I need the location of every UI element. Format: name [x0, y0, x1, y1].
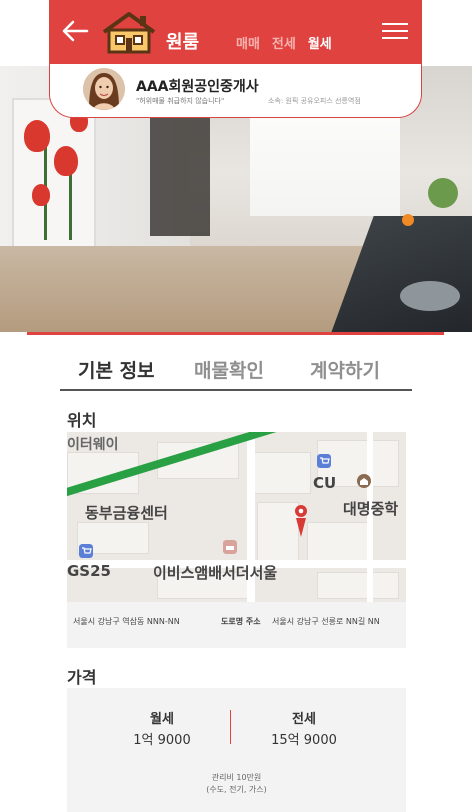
- tab-sale[interactable]: 매매: [236, 33, 260, 52]
- agent-quote: "허위매물 취급하지 않습니다": [136, 97, 225, 105]
- cart-icon: [317, 454, 331, 468]
- road-address-label: 도로명 주소: [221, 617, 261, 626]
- map-label-cu: CU: [313, 474, 337, 492]
- map-label-finance-center: 동부금융센터: [85, 504, 168, 522]
- maintenance-fee-items: (수도, 전기, 가스): [206, 785, 267, 794]
- tab-basic-info[interactable]: 기본 정보: [78, 356, 155, 383]
- map-label-subway: 이터웨이: [67, 437, 119, 453]
- map-label-ibis-hotel: 이비스앰배서더서울: [153, 564, 278, 582]
- photo-counter: [330, 216, 472, 332]
- monthly-rent-value: 1억 9000: [133, 733, 191, 748]
- location-title: 위치: [67, 411, 97, 430]
- agent-portrait-icon: [83, 68, 125, 110]
- header: 원룸 매매 전세 월세 AAA회원공인중개사 "허위매물 취급하지 않습니다" …: [49, 0, 422, 118]
- back-arrow-icon[interactable]: [60, 16, 90, 46]
- hamburger-menu-icon[interactable]: [382, 23, 408, 41]
- tab-monthly-rent[interactable]: 월세: [308, 33, 332, 52]
- photo-sink: [400, 281, 460, 311]
- section-tabs-underline: [60, 389, 412, 391]
- maintenance-fee-amount: 관리비 10만원: [211, 773, 262, 782]
- map-label-daemyung: 대명중학: [343, 500, 399, 518]
- address-road: 서울시 강남구 선릉로 NN길 NN: [272, 617, 380, 626]
- deal-type-tabs: 매매 전세 월세: [236, 33, 332, 52]
- address-jibun: 서울시 강남구 역삼동 NNN-NN: [73, 617, 180, 626]
- school-icon: [357, 474, 371, 488]
- section-tabs: 기본 정보 매물확인 계약하기: [60, 356, 412, 392]
- location-pin-icon[interactable]: [293, 504, 309, 538]
- jeonse-label: 전세: [292, 712, 316, 727]
- monthly-rent-label: 월세: [150, 712, 174, 727]
- price-title: 가격: [67, 668, 97, 687]
- hotel-icon: [223, 540, 237, 554]
- tab-contract[interactable]: 계약하기: [310, 356, 380, 383]
- house-logo-icon: [102, 12, 156, 54]
- jeonse-value: 15억 9000: [271, 733, 337, 748]
- price-panel: 월세 1억 9000 전세 15억 9000 관리비 10만원 (수도, 전기,…: [67, 688, 406, 812]
- address-panel: 서울시 강남구 역삼동 NNN-NN 도로명 주소 서울시 강남구 선릉로 NN…: [67, 602, 406, 648]
- tab-listing-check[interactable]: 매물확인: [194, 356, 264, 383]
- agent-name: AAA회원공인중개사: [136, 79, 259, 95]
- brand-title: 원룸: [166, 32, 200, 53]
- photo-plant: [428, 178, 458, 208]
- photo-doorway: [150, 116, 210, 236]
- location-map[interactable]: 이터웨이 동부금융센터 CU 대명중학 GS25 이비스앰배서더서울: [67, 432, 406, 602]
- avatar: [83, 68, 125, 110]
- agent-office: 소속: 원픽 공유오피스 선릉역점: [268, 97, 361, 105]
- jeonse-column: 전세 15억 9000: [229, 708, 379, 748]
- monthly-rent-column: 월세 1억 9000: [87, 708, 237, 748]
- map-label-gs25: GS25: [67, 562, 111, 580]
- photo-fruit: [402, 214, 414, 226]
- photo-underline: [27, 332, 444, 335]
- tab-jeonse[interactable]: 전세: [272, 33, 296, 52]
- store-icon: [79, 544, 93, 558]
- maintenance-fee: 관리비 10만원 (수도, 전기, 가스): [67, 772, 406, 796]
- photo-painting: [14, 100, 94, 250]
